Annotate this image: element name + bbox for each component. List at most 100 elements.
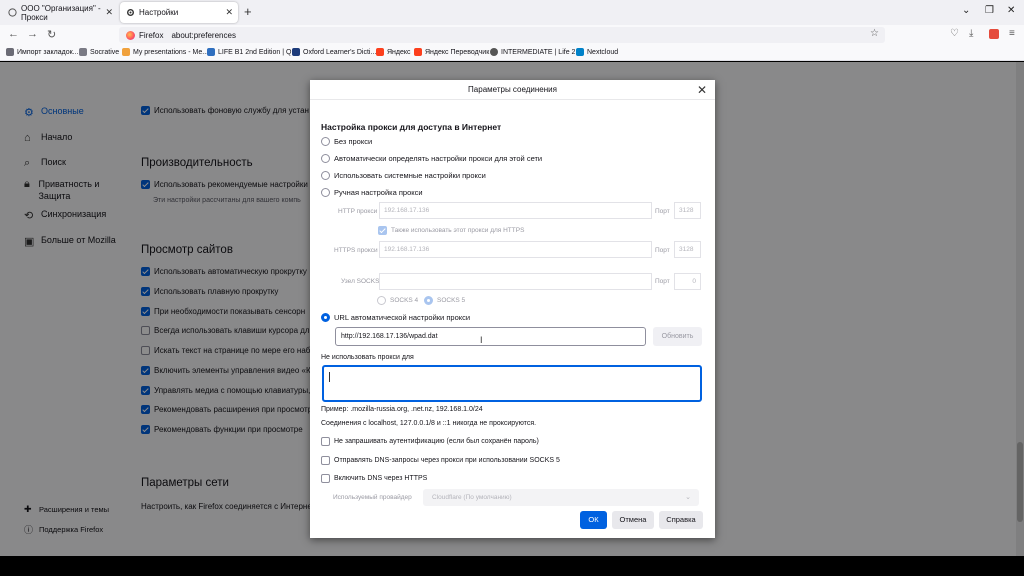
provider-label: Используемый провайдер: [333, 494, 412, 501]
bookmark-item[interactable]: Яндекс: [376, 48, 411, 56]
url-text[interactable]: about:preferences: [171, 31, 236, 40]
no-auth-prompt-row[interactable]: Не запрашивать аутентификацию (если был …: [321, 437, 539, 446]
radio-button[interactable]: [321, 137, 330, 146]
bookmark-label: Яндекс Переводчик: [425, 48, 490, 56]
pac-url-input[interactable]: http://192.168.17.136/wpad.dat I: [335, 327, 646, 346]
socks5-radio-row[interactable]: SOCKS 5: [424, 296, 465, 305]
provider-select[interactable]: Cloudflare (По умолчанию) ⌄: [423, 489, 699, 506]
bookmark-label: Socrative: [90, 48, 120, 56]
radio-button[interactable]: [321, 154, 330, 163]
extension-icon[interactable]: [989, 29, 999, 39]
radio-button[interactable]: [424, 296, 433, 305]
downloads-icon[interactable]: ⤓: [969, 28, 973, 39]
bookmark-label: LIFE B1 2nd Edition | Q...: [218, 48, 298, 56]
port-label: Порт: [655, 208, 670, 215]
radio-label: Без прокси: [334, 137, 373, 146]
bookmark-item[interactable]: Яндекс Переводчик: [414, 48, 489, 56]
radio-pac-url[interactable]: URL автоматической настройки прокси: [321, 313, 470, 322]
screen-bottom-bar: [0, 556, 1024, 576]
close-window-icon[interactable]: ✕: [1007, 5, 1015, 16]
checkbox[interactable]: [321, 437, 330, 446]
close-icon[interactable]: ✕: [225, 7, 233, 18]
socks-port-input[interactable]: 0: [674, 273, 701, 290]
checkbox[interactable]: [321, 474, 330, 483]
reload-icon[interactable]: ↻: [47, 28, 56, 41]
pocket-icon[interactable]: ♡: [950, 28, 959, 39]
bookmark-item[interactable]: Socrative: [79, 48, 119, 56]
import-icon: [6, 48, 14, 56]
address-bar[interactable]: Firefox about:preferences ☆: [119, 27, 885, 43]
tab-settings[interactable]: Настройки ✕: [120, 2, 238, 23]
port-label: Порт: [655, 247, 670, 254]
reload-pac-button[interactable]: Обновить: [653, 327, 702, 346]
bookmark-item[interactable]: Oxford Learner's Dicti...: [292, 48, 376, 56]
bookmark-label: Oxford Learner's Dicti...: [303, 48, 377, 56]
text-cursor-icon: I: [480, 335, 483, 345]
navigation-toolbar: ← → ↻ Firefox about:preferences ☆ ♡ ⤓ ≡: [0, 25, 1024, 45]
radio-label: Ручная настройка прокси: [334, 188, 423, 197]
help-button[interactable]: Справка: [659, 511, 703, 529]
socks5-dns-row[interactable]: Отправлять DNS-запросы через прокси при …: [321, 456, 560, 465]
checkbox-label: Включить DNS через HTTPS: [334, 475, 428, 482]
forward-arrow-icon[interactable]: →: [27, 28, 38, 40]
bookmark-star-icon[interactable]: ☆: [870, 28, 879, 39]
bookmark-item[interactable]: My presentations - Me...: [122, 48, 208, 56]
checkbox-label: Также использовать этот прокси для HTTPS: [391, 227, 525, 234]
close-icon[interactable]: ✕: [697, 83, 707, 97]
socks-host-input[interactable]: [379, 273, 652, 290]
bookmark-item[interactable]: INTERMEDIATE | Life 2...: [490, 48, 581, 56]
radio-button[interactable]: [321, 313, 330, 322]
checkbox[interactable]: [321, 456, 330, 465]
tabs-list-icon[interactable]: ⌄: [962, 5, 970, 16]
radio-no-proxy[interactable]: Без прокси: [321, 137, 372, 146]
radio-system-proxy[interactable]: Использовать системные настройки прокси: [321, 171, 486, 180]
socks4-radio-row[interactable]: SOCKS 4: [377, 296, 418, 305]
gear-icon: [126, 8, 135, 17]
dns-over-https-row[interactable]: Включить DNS через HTTPS: [321, 474, 427, 483]
no-proxy-textarea[interactable]: [322, 365, 702, 402]
bookmark-item[interactable]: Импорт закладок...: [6, 48, 79, 56]
bookmarks-toolbar: Импорт закладок... Socrative My presenta…: [0, 45, 1024, 61]
radio-button[interactable]: [321, 171, 330, 180]
restore-window-icon[interactable]: ❐: [985, 5, 994, 16]
back-arrow-icon[interactable]: ←: [8, 28, 19, 40]
https-proxy-input[interactable]: 192.168.17.136: [379, 241, 652, 258]
radio-button[interactable]: [377, 296, 386, 305]
ok-button[interactable]: ОК: [580, 511, 607, 529]
checkbox-label: Отправлять DNS-запросы через прокси при …: [334, 457, 560, 464]
https-port-input[interactable]: 3128: [674, 241, 701, 258]
no-proxy-label: Не использовать прокси для: [321, 354, 414, 361]
checkbox[interactable]: [378, 226, 387, 235]
tab-proxy-org[interactable]: ООО "Организация" - Прокси ✕: [2, 2, 118, 23]
tab-title: ООО "Организация" - Прокси: [21, 3, 101, 22]
bookmark-item[interactable]: LIFE B1 2nd Edition | Q...: [207, 48, 297, 56]
presentation-icon: [122, 48, 130, 56]
radio-manual-proxy[interactable]: Ручная настройка прокси: [321, 188, 423, 197]
tab-strip: ООО "Организация" - Прокси ✕ Настройки ✕…: [0, 0, 1024, 25]
http-proxy-input[interactable]: 192.168.17.136: [379, 202, 652, 219]
menu-icon[interactable]: ≡: [1009, 28, 1015, 39]
socks-host-label: Узел SOCKS: [341, 278, 380, 285]
port-label: Порт: [655, 278, 670, 285]
bookmark-label: INTERMEDIATE | Life 2...: [501, 48, 582, 56]
radio-auto-detect[interactable]: Автоматически определять настройки прокс…: [321, 154, 542, 163]
yandex-icon: [376, 48, 384, 56]
close-icon[interactable]: ✕: [105, 7, 113, 18]
localhost-note: Соединения с localhost, 127.0.0.1/8 и ::…: [321, 420, 537, 427]
dialog-title: Параметры соединения: [310, 80, 715, 100]
cancel-button[interactable]: Отмена: [612, 511, 654, 529]
proxy-heading: Настройка прокси для доступа в Интернет: [321, 122, 502, 132]
checkbox-label: Не запрашивать аутентификацию (если был …: [334, 438, 539, 445]
yandex-translate-icon: [414, 48, 422, 56]
http-port-input[interactable]: 3128: [674, 202, 701, 219]
firefox-icon: [126, 30, 135, 40]
bookmark-label: Nextcloud: [587, 48, 619, 56]
radio-label: Автоматически определять настройки прокс…: [334, 154, 543, 163]
text-caret: [329, 372, 330, 382]
radio-button[interactable]: [321, 188, 330, 197]
example-note: Пример: .mozilla-russia.org, .net.nz, 19…: [321, 406, 483, 413]
also-https-checkbox-row[interactable]: Также использовать этот прокси для HTTPS: [378, 226, 524, 235]
new-tab-button[interactable]: +: [244, 4, 252, 19]
bookmark-item[interactable]: Nextcloud: [576, 48, 618, 56]
globe-icon: [490, 48, 498, 56]
